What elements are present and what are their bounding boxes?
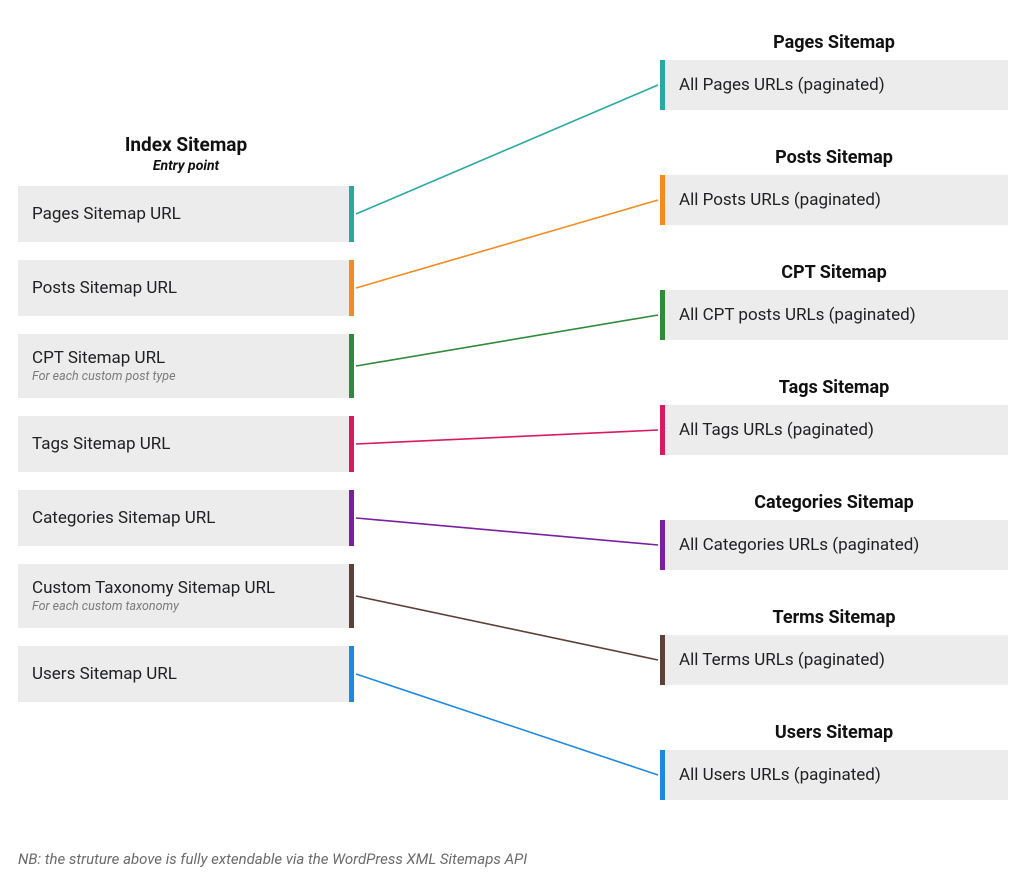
dest-desc: All Pages URLs (paginated) [679, 75, 994, 95]
dest-desc: All Categories URLs (paginated) [679, 535, 994, 555]
dest-title-pages: Pages Sitemap [660, 32, 1008, 53]
dest-box-users: All Users URLs (paginated) [660, 750, 1008, 800]
dest-desc: All Tags URLs (paginated) [679, 420, 994, 440]
dest-box-pages: All Pages URLs (paginated) [660, 60, 1008, 110]
index-item-label: Posts Sitemap URL [32, 278, 335, 298]
dest-title-terms: Terms Sitemap [660, 607, 1008, 628]
index-item-cpt: CPT Sitemap URL For each custom post typ… [18, 334, 354, 398]
index-item-categories: Categories Sitemap URL [18, 490, 354, 546]
index-item-custom-taxonomy: Custom Taxonomy Sitemap URL For each cus… [18, 564, 354, 628]
index-item-label: Pages Sitemap URL [32, 204, 335, 224]
dest-desc: All CPT posts URLs (paginated) [679, 305, 994, 325]
index-subtitle: Entry point [18, 158, 354, 174]
sitemap-diagram: Index Sitemap Entry point Pages Sitemap … [0, 0, 1024, 890]
index-item-posts: Posts Sitemap URL [18, 260, 354, 316]
index-item-label: Users Sitemap URL [32, 664, 335, 684]
index-item-label: CPT Sitemap URL [32, 348, 335, 368]
dest-title-tags: Tags Sitemap [660, 377, 1008, 398]
index-item-label: Categories Sitemap URL [32, 508, 335, 528]
index-item-label: Tags Sitemap URL [32, 434, 335, 454]
dest-desc: All Terms URLs (paginated) [679, 650, 994, 670]
dest-title-posts: Posts Sitemap [660, 147, 1008, 168]
index-item-tags: Tags Sitemap URL [18, 416, 354, 472]
index-title: Index Sitemap [18, 134, 354, 157]
dest-box-categories: All Categories URLs (paginated) [660, 520, 1008, 570]
dest-box-posts: All Posts URLs (paginated) [660, 175, 1008, 225]
index-item-users: Users Sitemap URL [18, 646, 354, 702]
index-item-pages: Pages Sitemap URL [18, 186, 354, 242]
dest-box-tags: All Tags URLs (paginated) [660, 405, 1008, 455]
dest-box-terms: All Terms URLs (paginated) [660, 635, 1008, 685]
dest-desc: All Posts URLs (paginated) [679, 190, 994, 210]
index-header: Index Sitemap Entry point [18, 134, 354, 174]
index-item-sublabel: For each custom post type [32, 369, 335, 384]
dest-desc: All Users URLs (paginated) [679, 765, 994, 785]
dest-box-cpt: All CPT posts URLs (paginated) [660, 290, 1008, 340]
dest-title-users: Users Sitemap [660, 722, 1008, 743]
footnote: NB: the struture above is fully extendab… [18, 850, 527, 868]
dest-title-categories: Categories Sitemap [660, 492, 1008, 513]
index-item-sublabel: For each custom taxonomy [32, 599, 335, 614]
dest-title-cpt: CPT Sitemap [660, 262, 1008, 283]
index-item-label: Custom Taxonomy Sitemap URL [32, 578, 335, 598]
